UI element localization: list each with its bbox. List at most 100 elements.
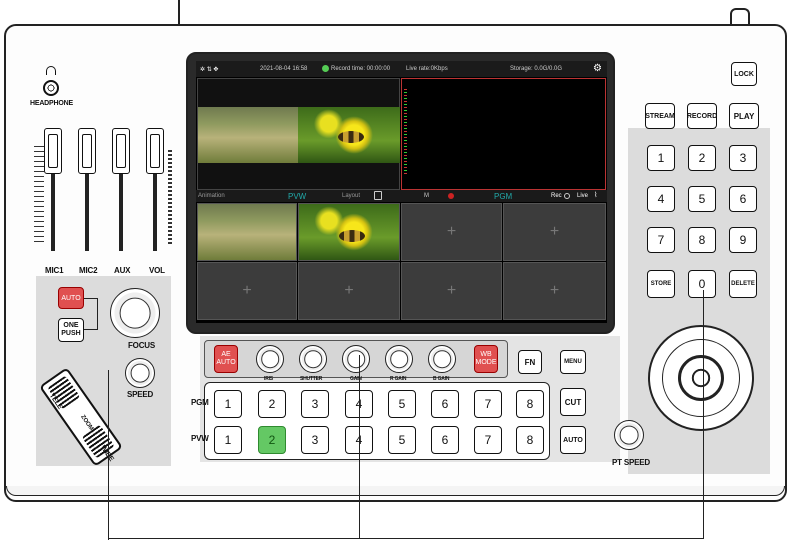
- headphone-jack[interactable]: [43, 80, 59, 96]
- add-source-icon: +: [446, 223, 457, 240]
- status-bar: ✲ ⇅ ✥ 2021-08-04 16:58 Record time: 00:0…: [196, 61, 607, 77]
- source-cell-6[interactable]: +: [298, 262, 400, 320]
- vol-fader[interactable]: [146, 128, 164, 174]
- aux-fader[interactable]: [112, 128, 130, 174]
- focus-bracket: [84, 298, 98, 330]
- pgm-button-8[interactable]: 8: [516, 390, 544, 418]
- pvw-button-5[interactable]: 5: [388, 426, 416, 454]
- pvw-button-2[interactable]: 2: [258, 426, 286, 454]
- add-source-icon: +: [549, 282, 560, 299]
- touch-screen[interactable]: ✲ ⇅ ✥ 2021-08-04 16:58 Record time: 00:0…: [196, 61, 607, 323]
- speed-knob[interactable]: [125, 358, 155, 388]
- pgm-button-7[interactable]: 7: [474, 390, 502, 418]
- keypad-5[interactable]: 5: [688, 186, 716, 212]
- ae-auto-button[interactable]: AE AUTO: [214, 345, 238, 373]
- pvw-button-8[interactable]: 8: [516, 426, 544, 454]
- store-button[interactable]: STORE: [647, 270, 675, 298]
- settings-gear-icon[interactable]: ⚙: [593, 63, 602, 74]
- keypad-0[interactable]: 0: [688, 270, 716, 298]
- b-gain-knob[interactable]: [428, 345, 456, 373]
- add-source-icon: +: [446, 282, 457, 299]
- mic1-label: MIC1: [45, 266, 64, 275]
- callout-line: [108, 538, 704, 540]
- keypad-9[interactable]: 9: [729, 227, 757, 253]
- auto-transition-button[interactable]: AUTO: [560, 426, 586, 454]
- pt-speed-label: PT SPEED: [612, 458, 650, 467]
- status-icons: ✲ ⇅ ✥: [200, 67, 219, 73]
- live-label[interactable]: Live: [577, 193, 588, 199]
- pt-speed-knob[interactable]: [614, 420, 644, 450]
- pgm-button-2[interactable]: 2: [258, 390, 286, 418]
- one-push-button[interactable]: ONE PUSH: [58, 318, 84, 342]
- keypad-8[interactable]: 8: [688, 227, 716, 253]
- pvw-button-1[interactable]: 1: [214, 426, 242, 454]
- source-cell-7[interactable]: +: [401, 262, 502, 320]
- source-cell-2[interactable]: [298, 203, 400, 261]
- status-datetime: 2021-08-04 16:58: [260, 66, 308, 72]
- delete-button[interactable]: DELETE: [729, 270, 757, 298]
- rec-icon[interactable]: [564, 193, 570, 199]
- status-storage: Storage: 0.0G/0.0G: [510, 66, 563, 72]
- pvw-button-3[interactable]: 3: [301, 426, 329, 454]
- keypad-4[interactable]: 4: [647, 186, 675, 212]
- source-cell-1[interactable]: [197, 203, 297, 261]
- shutter-knob[interactable]: [299, 345, 327, 373]
- layout-label[interactable]: Layout: [342, 193, 360, 199]
- r-gain-label: R GAIN: [390, 376, 407, 382]
- auto-focus-button[interactable]: AUTO: [58, 287, 84, 309]
- add-source-icon: +: [344, 282, 354, 299]
- menu-button[interactable]: MENU: [560, 350, 586, 374]
- source-cell-3[interactable]: +: [401, 203, 502, 261]
- m-label[interactable]: M: [424, 193, 429, 199]
- pgm-button-6[interactable]: 6: [431, 390, 459, 418]
- keypad-7[interactable]: 7: [647, 227, 675, 253]
- shutter-label: SHUTTER: [300, 376, 323, 382]
- vol-level-meter: [168, 150, 172, 246]
- pgm-button-3[interactable]: 3: [301, 390, 329, 418]
- source-cell-4[interactable]: +: [503, 203, 606, 261]
- keypad-2[interactable]: 2: [688, 145, 716, 171]
- keypad-3[interactable]: 3: [729, 145, 757, 171]
- source-cell-5[interactable]: +: [197, 262, 297, 320]
- pgm-button-5[interactable]: 5: [388, 390, 416, 418]
- pvw-screen-label: PVW: [288, 192, 307, 201]
- pvw-button-7[interactable]: 7: [474, 426, 502, 454]
- pgm-screen-label: PGM: [494, 192, 513, 201]
- live-icon[interactable]: ⌇: [594, 191, 597, 199]
- pgm-button-1[interactable]: 1: [214, 390, 242, 418]
- fader-ticks: [34, 146, 44, 246]
- record-button[interactable]: RECORD: [687, 103, 717, 129]
- keypad-6[interactable]: 6: [729, 186, 757, 212]
- stream-button[interactable]: STREAM: [645, 103, 675, 129]
- mic1-fader[interactable]: [44, 128, 62, 174]
- focus-label: FOCUS: [128, 341, 156, 350]
- rec-label[interactable]: Rec: [551, 193, 562, 199]
- play-button[interactable]: PLAY: [729, 103, 759, 129]
- record-dot-icon: [448, 193, 454, 199]
- bee-image: [339, 230, 365, 242]
- callout-line: [108, 370, 110, 540]
- wb-mode-button[interactable]: WB MODE: [474, 345, 498, 373]
- cut-button[interactable]: CUT: [560, 388, 586, 416]
- pgm-window[interactable]: [401, 78, 606, 190]
- gain-knob[interactable]: [342, 345, 370, 373]
- aux-label: AUX: [114, 266, 131, 275]
- ptz-joystick[interactable]: [678, 355, 724, 401]
- iris-knob[interactable]: [256, 345, 284, 373]
- iris-label: IRIS: [264, 376, 273, 382]
- lock-button[interactable]: LOCK: [731, 62, 757, 86]
- pvw-button-6[interactable]: 6: [431, 426, 459, 454]
- mic2-fader[interactable]: [78, 128, 96, 174]
- keypad-1[interactable]: 1: [647, 145, 675, 171]
- add-source-icon: +: [242, 282, 252, 299]
- focus-knob[interactable]: [110, 288, 160, 338]
- record-indicator-icon: [322, 65, 329, 72]
- pvw-video-grass: [198, 107, 298, 163]
- r-gain-knob[interactable]: [385, 345, 413, 373]
- headphone-icon: [46, 66, 56, 75]
- pvw-window[interactable]: [197, 78, 400, 190]
- fn-button[interactable]: FN: [518, 350, 542, 374]
- layout-icon[interactable]: [374, 191, 382, 200]
- source-cell-8[interactable]: +: [503, 262, 606, 320]
- animation-label[interactable]: Animation: [198, 193, 225, 199]
